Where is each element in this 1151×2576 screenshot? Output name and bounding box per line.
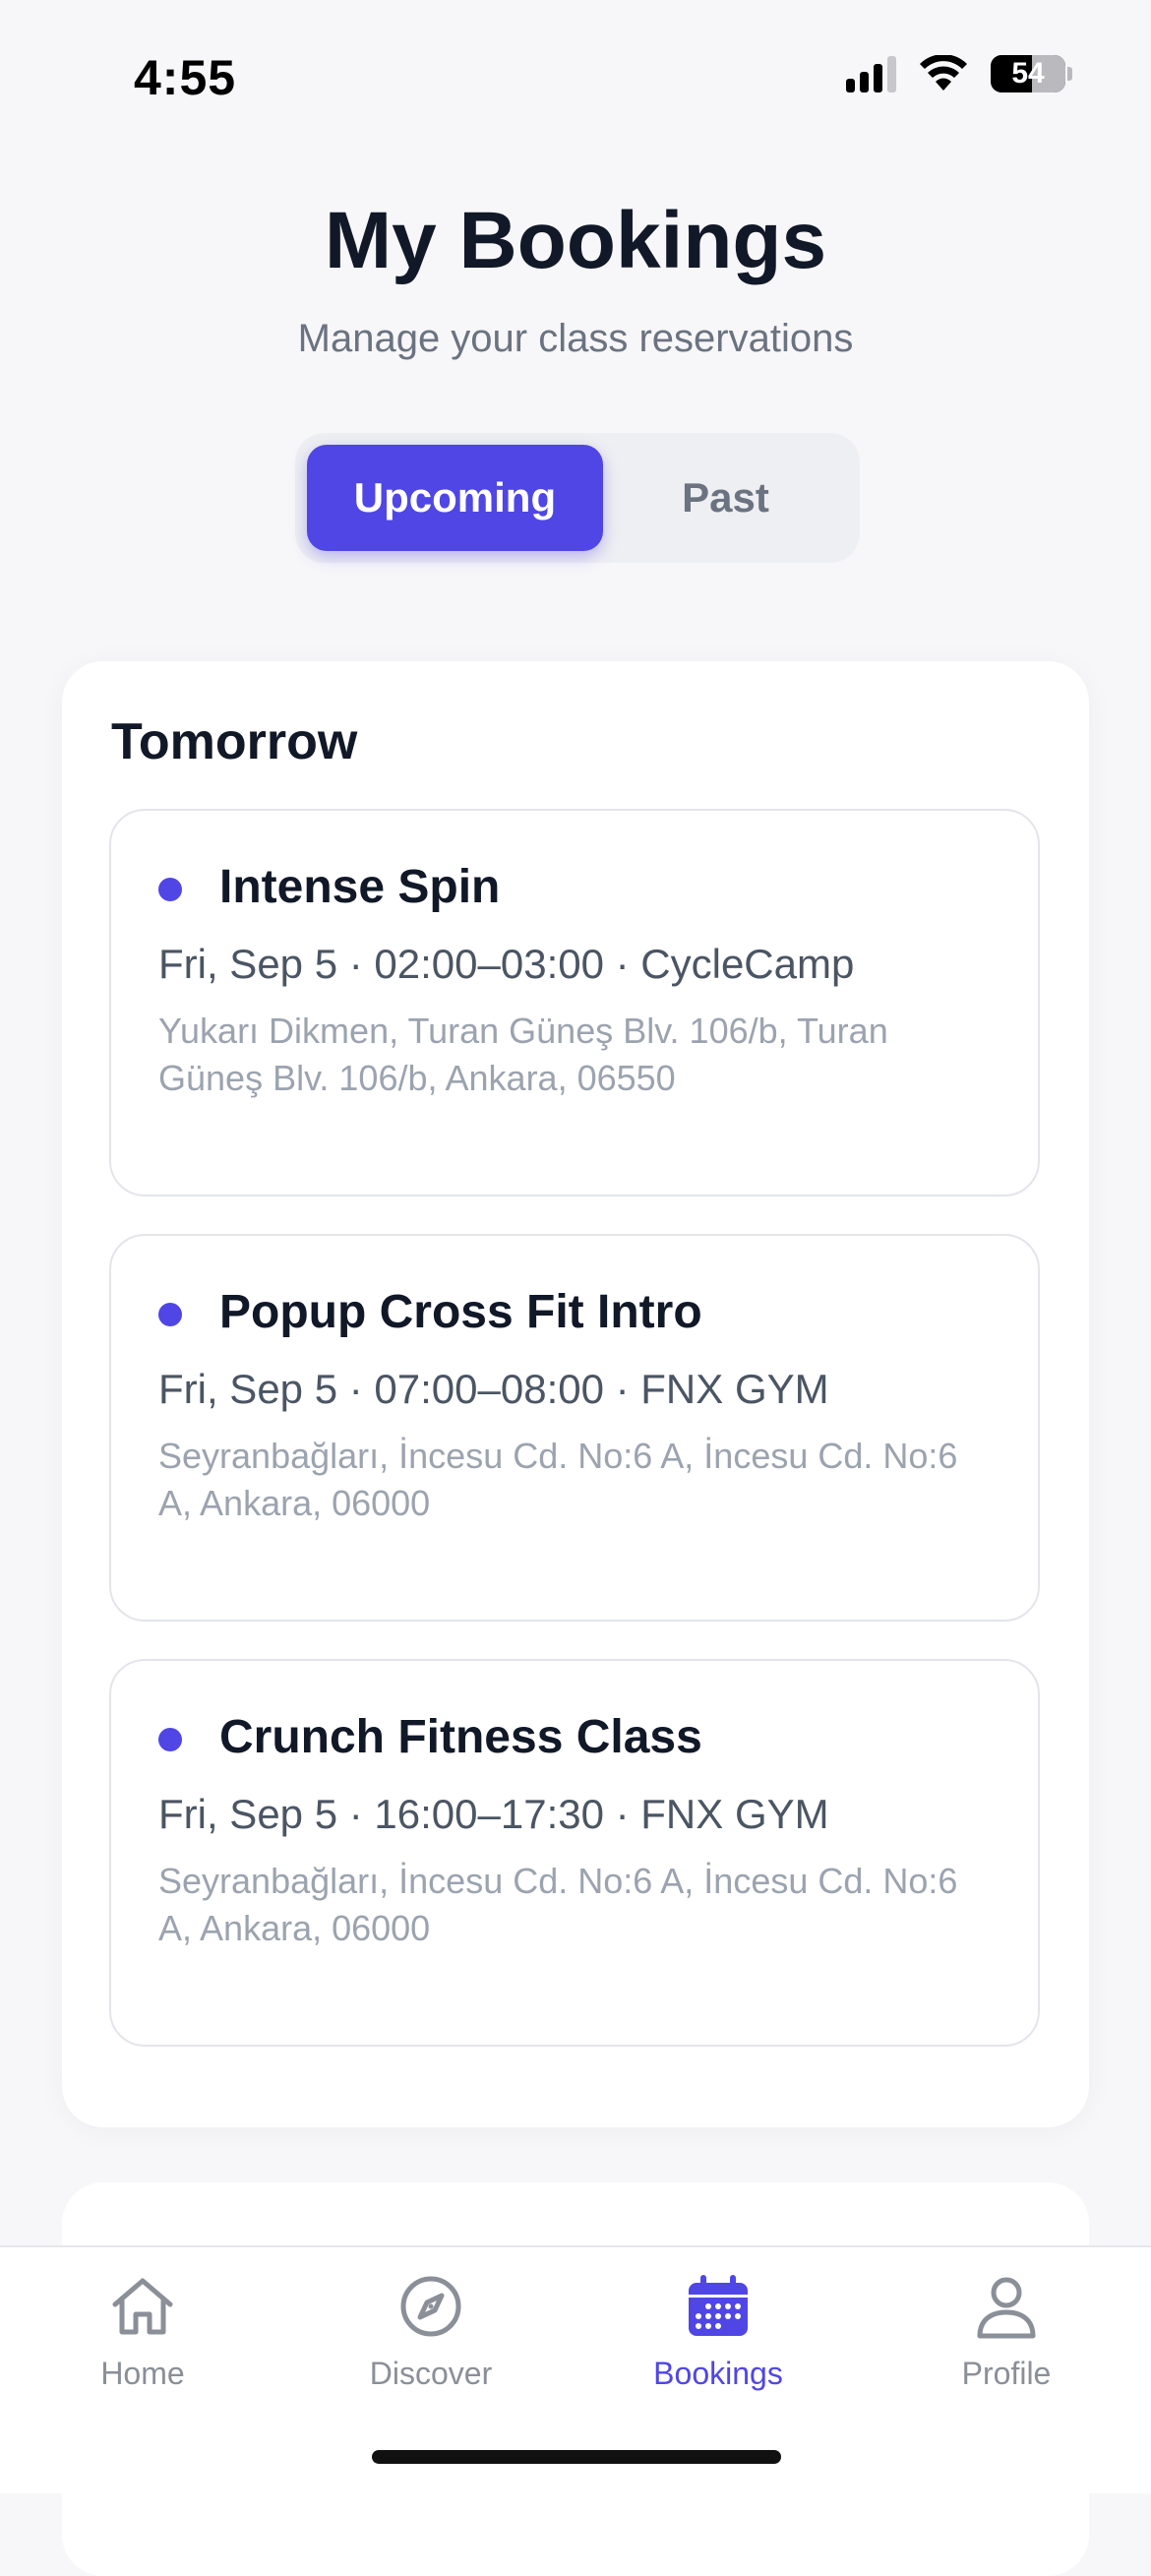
- tab-label: Bookings: [653, 2356, 783, 2391]
- battery-icon: 54: [991, 55, 1065, 92]
- tab-label: Profile: [961, 2356, 1052, 2391]
- booking-address: Seyranbağları, İncesu Cd. No:6 A, İncesu…: [158, 1436, 958, 1523]
- booking-card[interactable]: Crunch Fitness Class Fri, Sep 5 · 16:00–…: [109, 1659, 1040, 2047]
- booking-name: Intense Spin: [219, 861, 501, 913]
- page-title: My Bookings: [324, 196, 827, 285]
- past-tab[interactable]: Past: [603, 445, 848, 551]
- page-subtitle: Manage your class reservations: [297, 317, 854, 360]
- person-icon: [977, 2277, 1036, 2339]
- tab-label: Home: [100, 2356, 185, 2391]
- home-icon: [112, 2278, 173, 2335]
- booking-card[interactable]: Popup Cross Fit Intro Fri, Sep 5 · 07:00…: [109, 1234, 1040, 1622]
- tomorrow-section: Tomorrow Intense Spin Fri, Sep 5 · 02:00…: [62, 661, 1089, 2127]
- home-indicator: [372, 2450, 781, 2464]
- status-bar: 4:55 54: [0, 0, 1151, 148]
- tab-bookings[interactable]: Bookings: [600, 2271, 836, 2392]
- status-dot: [158, 878, 182, 901]
- upcoming-tab[interactable]: Upcoming: [307, 445, 603, 551]
- booking-meta: Fri, Sep 5 · 07:00–08:00 · FNX GYM: [158, 1366, 829, 1412]
- booking-meta: Fri, Sep 5 · 02:00–03:00 · CycleCamp: [158, 941, 855, 987]
- section-title: Tomorrow: [111, 713, 358, 770]
- tab-home[interactable]: Home: [25, 2271, 261, 2392]
- tab-label: Discover: [369, 2356, 493, 2391]
- cellular-signal-icon: [846, 55, 896, 92]
- booking-name: Popup Cross Fit Intro: [219, 1286, 702, 1338]
- status-icons: 54: [846, 55, 1072, 92]
- compass-icon: [400, 2276, 461, 2337]
- tab-profile[interactable]: Profile: [888, 2271, 1124, 2392]
- booking-card[interactable]: Intense Spin Fri, Sep 5 · 02:00–03:00 · …: [109, 809, 1040, 1196]
- battery-level: 54: [1011, 57, 1045, 90]
- calendar-icon: [689, 2275, 748, 2336]
- wifi-icon: [920, 55, 967, 91]
- booking-meta: Fri, Sep 5 · 16:00–17:30 · FNX GYM: [158, 1791, 829, 1837]
- tab-discover[interactable]: Discover: [313, 2271, 549, 2392]
- booking-name: Crunch Fitness Class: [219, 1711, 702, 1763]
- booking-address: Yukarı Dikmen, Turan Güneş Blv. 106/b, T…: [158, 1011, 888, 1098]
- booking-address: Seyranbağları, İncesu Cd. No:6 A, İncesu…: [158, 1861, 958, 1948]
- status-dot: [158, 1303, 182, 1326]
- battery-tip: [1067, 67, 1072, 81]
- status-time: 4:55: [134, 50, 237, 105]
- status-dot: [158, 1728, 182, 1751]
- bookings-segmented-control: Upcoming Past: [295, 433, 860, 563]
